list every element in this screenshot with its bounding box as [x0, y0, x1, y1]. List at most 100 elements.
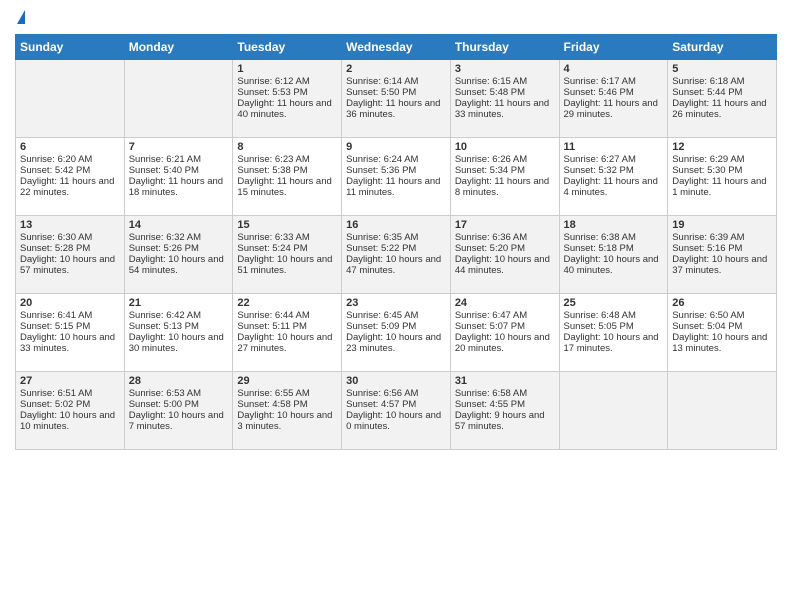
sunset-text: Sunset: 5:48 PM: [455, 87, 555, 98]
sunrise-text: Sunrise: 6:44 AM: [237, 310, 337, 321]
weekday-header-saturday: Saturday: [668, 35, 777, 60]
day-number: 4: [564, 63, 664, 75]
day-number: 23: [346, 297, 446, 309]
day-number: 6: [20, 141, 120, 153]
sunset-text: Sunset: 5:32 PM: [564, 165, 664, 176]
daylight-text: Daylight: 10 hours and 23 minutes.: [346, 332, 446, 354]
calendar-week-row: 20Sunrise: 6:41 AMSunset: 5:15 PMDayligh…: [16, 294, 777, 372]
sunset-text: Sunset: 5:50 PM: [346, 87, 446, 98]
calendar-cell: 17Sunrise: 6:36 AMSunset: 5:20 PMDayligh…: [450, 216, 559, 294]
sunset-text: Sunset: 5:18 PM: [564, 243, 664, 254]
daylight-text: Daylight: 10 hours and 30 minutes.: [129, 332, 229, 354]
sunrise-text: Sunrise: 6:18 AM: [672, 76, 772, 87]
sunrise-text: Sunrise: 6:24 AM: [346, 154, 446, 165]
calendar-cell: [124, 60, 233, 138]
day-number: 11: [564, 141, 664, 153]
day-number: 3: [455, 63, 555, 75]
day-number: 14: [129, 219, 229, 231]
day-number: 22: [237, 297, 337, 309]
sunrise-text: Sunrise: 6:21 AM: [129, 154, 229, 165]
calendar-cell: 9Sunrise: 6:24 AMSunset: 5:36 PMDaylight…: [342, 138, 451, 216]
sunset-text: Sunset: 5:04 PM: [672, 321, 772, 332]
calendar-cell: 20Sunrise: 6:41 AMSunset: 5:15 PMDayligh…: [16, 294, 125, 372]
sunset-text: Sunset: 5:09 PM: [346, 321, 446, 332]
day-number: 29: [237, 375, 337, 387]
daylight-text: Daylight: 11 hours and 33 minutes.: [455, 98, 555, 120]
daylight-text: Daylight: 11 hours and 1 minute.: [672, 176, 772, 198]
sunrise-text: Sunrise: 6:47 AM: [455, 310, 555, 321]
calendar-week-row: 1Sunrise: 6:12 AMSunset: 5:53 PMDaylight…: [16, 60, 777, 138]
calendar-cell: [16, 60, 125, 138]
calendar-cell: 29Sunrise: 6:55 AMSunset: 4:58 PMDayligh…: [233, 372, 342, 450]
weekday-header-friday: Friday: [559, 35, 668, 60]
sunrise-text: Sunrise: 6:48 AM: [564, 310, 664, 321]
day-number: 12: [672, 141, 772, 153]
sunrise-text: Sunrise: 6:50 AM: [672, 310, 772, 321]
header: [15, 10, 777, 26]
day-number: 20: [20, 297, 120, 309]
calendar-cell: [559, 372, 668, 450]
sunset-text: Sunset: 5:15 PM: [20, 321, 120, 332]
daylight-text: Daylight: 11 hours and 22 minutes.: [20, 176, 120, 198]
calendar-cell: 23Sunrise: 6:45 AMSunset: 5:09 PMDayligh…: [342, 294, 451, 372]
daylight-text: Daylight: 10 hours and 10 minutes.: [20, 410, 120, 432]
day-number: 31: [455, 375, 555, 387]
sunset-text: Sunset: 5:20 PM: [455, 243, 555, 254]
calendar-cell: 19Sunrise: 6:39 AMSunset: 5:16 PMDayligh…: [668, 216, 777, 294]
calendar-cell: 25Sunrise: 6:48 AMSunset: 5:05 PMDayligh…: [559, 294, 668, 372]
sunrise-text: Sunrise: 6:27 AM: [564, 154, 664, 165]
daylight-text: Daylight: 11 hours and 40 minutes.: [237, 98, 337, 120]
daylight-text: Daylight: 9 hours and 57 minutes.: [455, 410, 555, 432]
daylight-text: Daylight: 11 hours and 36 minutes.: [346, 98, 446, 120]
day-number: 25: [564, 297, 664, 309]
daylight-text: Daylight: 11 hours and 29 minutes.: [564, 98, 664, 120]
sunset-text: Sunset: 5:13 PM: [129, 321, 229, 332]
day-number: 9: [346, 141, 446, 153]
calendar-cell: 10Sunrise: 6:26 AMSunset: 5:34 PMDayligh…: [450, 138, 559, 216]
sunrise-text: Sunrise: 6:15 AM: [455, 76, 555, 87]
calendar-cell: [668, 372, 777, 450]
weekday-header-thursday: Thursday: [450, 35, 559, 60]
sunrise-text: Sunrise: 6:14 AM: [346, 76, 446, 87]
calendar-cell: 13Sunrise: 6:30 AMSunset: 5:28 PMDayligh…: [16, 216, 125, 294]
daylight-text: Daylight: 10 hours and 40 minutes.: [564, 254, 664, 276]
sunrise-text: Sunrise: 6:36 AM: [455, 232, 555, 243]
sunrise-text: Sunrise: 6:41 AM: [20, 310, 120, 321]
weekday-header-tuesday: Tuesday: [233, 35, 342, 60]
daylight-text: Daylight: 10 hours and 33 minutes.: [20, 332, 120, 354]
calendar-cell: 1Sunrise: 6:12 AMSunset: 5:53 PMDaylight…: [233, 60, 342, 138]
calendar-cell: 7Sunrise: 6:21 AMSunset: 5:40 PMDaylight…: [124, 138, 233, 216]
daylight-text: Daylight: 10 hours and 44 minutes.: [455, 254, 555, 276]
day-number: 27: [20, 375, 120, 387]
sunrise-text: Sunrise: 6:45 AM: [346, 310, 446, 321]
calendar-cell: 12Sunrise: 6:29 AMSunset: 5:30 PMDayligh…: [668, 138, 777, 216]
calendar-cell: 8Sunrise: 6:23 AMSunset: 5:38 PMDaylight…: [233, 138, 342, 216]
sunrise-text: Sunrise: 6:42 AM: [129, 310, 229, 321]
sunset-text: Sunset: 5:26 PM: [129, 243, 229, 254]
sunset-text: Sunset: 5:07 PM: [455, 321, 555, 332]
day-number: 2: [346, 63, 446, 75]
sunset-text: Sunset: 5:28 PM: [20, 243, 120, 254]
calendar-table: SundayMondayTuesdayWednesdayThursdayFrid…: [15, 34, 777, 450]
daylight-text: Daylight: 11 hours and 4 minutes.: [564, 176, 664, 198]
sunset-text: Sunset: 4:58 PM: [237, 399, 337, 410]
day-number: 7: [129, 141, 229, 153]
sunset-text: Sunset: 5:34 PM: [455, 165, 555, 176]
calendar-cell: 11Sunrise: 6:27 AMSunset: 5:32 PMDayligh…: [559, 138, 668, 216]
daylight-text: Daylight: 10 hours and 27 minutes.: [237, 332, 337, 354]
daylight-text: Daylight: 10 hours and 13 minutes.: [672, 332, 772, 354]
day-number: 10: [455, 141, 555, 153]
sunset-text: Sunset: 5:22 PM: [346, 243, 446, 254]
daylight-text: Daylight: 10 hours and 37 minutes.: [672, 254, 772, 276]
day-number: 19: [672, 219, 772, 231]
day-number: 15: [237, 219, 337, 231]
sunrise-text: Sunrise: 6:35 AM: [346, 232, 446, 243]
calendar-week-row: 6Sunrise: 6:20 AMSunset: 5:42 PMDaylight…: [16, 138, 777, 216]
day-number: 26: [672, 297, 772, 309]
calendar-cell: 30Sunrise: 6:56 AMSunset: 4:57 PMDayligh…: [342, 372, 451, 450]
sunrise-text: Sunrise: 6:20 AM: [20, 154, 120, 165]
sunset-text: Sunset: 4:57 PM: [346, 399, 446, 410]
sunrise-text: Sunrise: 6:30 AM: [20, 232, 120, 243]
day-number: 8: [237, 141, 337, 153]
calendar-cell: 14Sunrise: 6:32 AMSunset: 5:26 PMDayligh…: [124, 216, 233, 294]
